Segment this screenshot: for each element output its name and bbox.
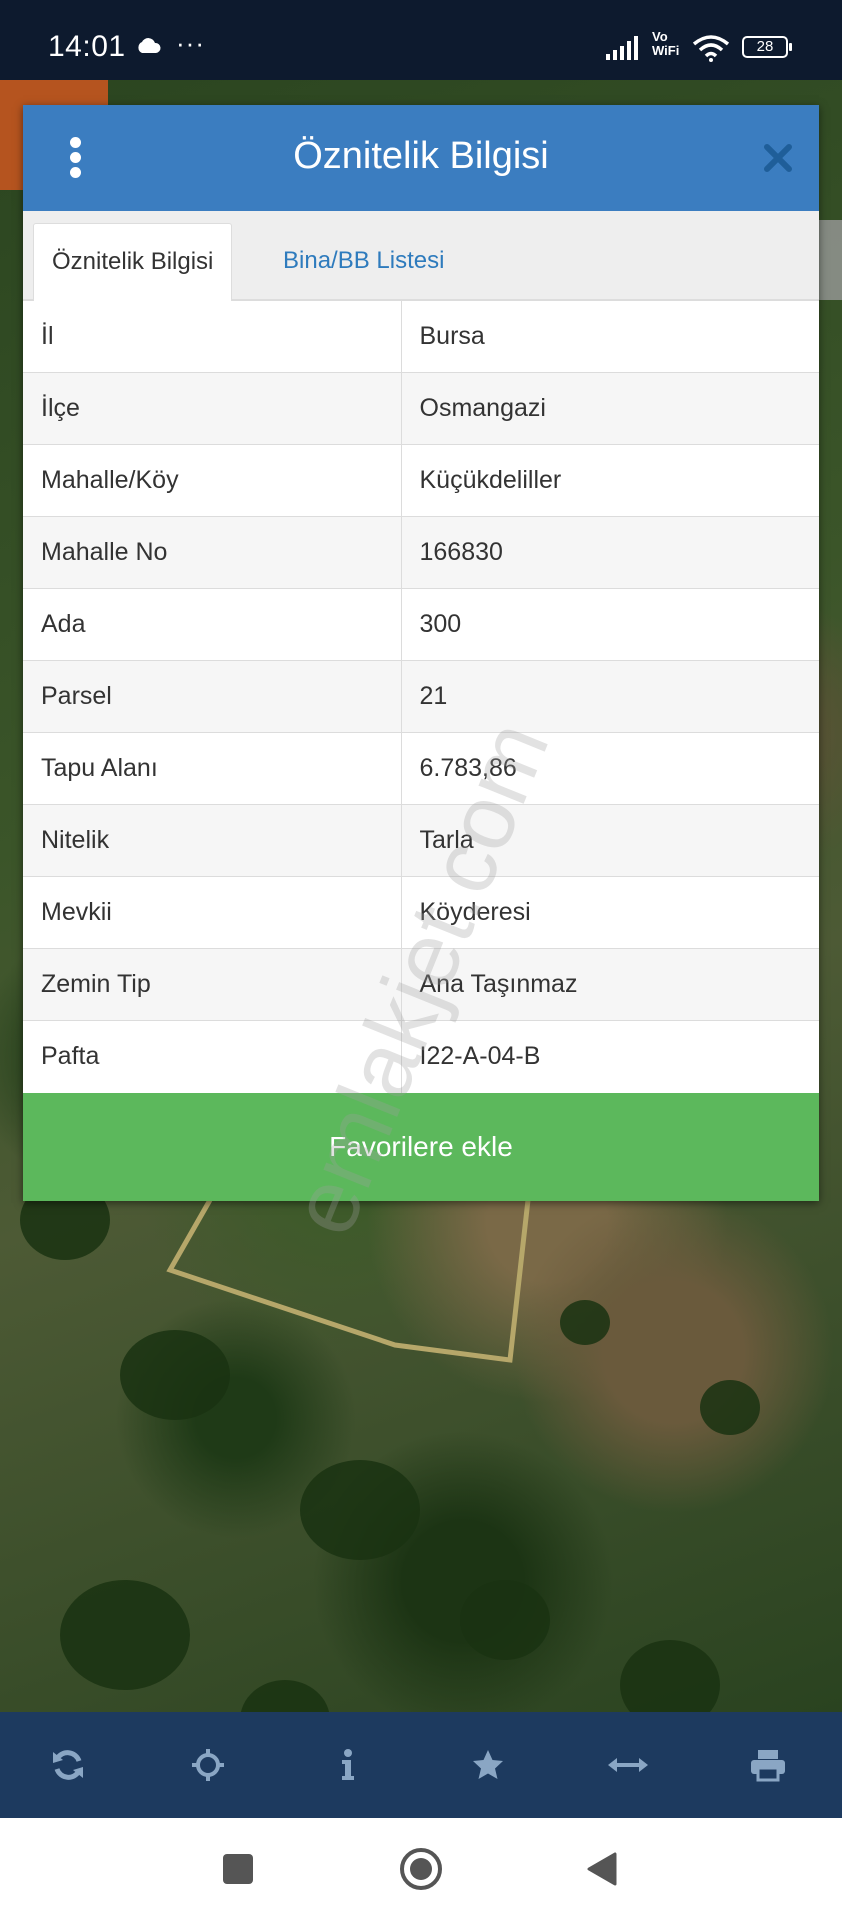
tab-building-list[interactable]: Bina/BB Listesi <box>265 223 462 299</box>
vowifi-indicator: Vo WiFi <box>652 29 680 58</box>
table-row: Tapu Alanı 6.783,86 <box>23 732 819 805</box>
attribute-key: Ada <box>23 588 402 661</box>
attribute-key: Tapu Alanı <box>23 732 402 805</box>
attribute-value: Bursa <box>401 300 819 373</box>
tab-attribute-info[interactable]: Öznitelik Bilgisi <box>33 223 233 301</box>
map-scroll-handle[interactable] <box>818 220 842 300</box>
locate-crosshair-icon[interactable] <box>168 1712 248 1818</box>
print-icon[interactable] <box>728 1712 808 1818</box>
attribute-key: Zemin Tip <box>23 948 402 1021</box>
table-row: Ada 300 <box>23 588 819 661</box>
status-time: 14:01 <box>48 30 126 63</box>
attribute-value: 300 <box>401 588 819 661</box>
attribute-key: Mahalle/Köy <box>23 444 402 517</box>
cloud-icon <box>138 38 161 53</box>
status-bar: 14:01 ··· Vo WiFi 28 <box>0 0 842 80</box>
attribute-key: Nitelik <box>23 804 402 877</box>
parcel-boundary <box>166 1198 531 1363</box>
map-toolbar <box>0 1712 842 1818</box>
close-icon[interactable] <box>763 143 793 173</box>
attribute-key: Mahalle No <box>23 516 402 589</box>
dialog-title: Öznitelik Bilgisi <box>293 135 549 177</box>
recents-square-icon[interactable] <box>198 1818 278 1920</box>
tab-bar: Öznitelik Bilgisi Bina/BB Listesi <box>23 211 819 301</box>
table-row: Mahalle/Köy Küçükdeliller <box>23 444 819 517</box>
attribute-key: Mevkii <box>23 876 402 949</box>
system-navigation-bar <box>0 1818 842 1920</box>
signal-icon <box>606 36 638 60</box>
battery-icon: 28 <box>742 36 792 58</box>
attribute-value: Osmangazi <box>401 372 819 445</box>
home-circle-icon[interactable] <box>381 1818 461 1920</box>
measure-arrows-icon[interactable] <box>588 1712 668 1818</box>
star-icon[interactable] <box>448 1712 528 1818</box>
battery-level: 28 <box>756 38 774 55</box>
attribute-value: I22-A-04-B <box>401 1020 819 1093</box>
back-triangle-icon[interactable] <box>562 1818 642 1920</box>
table-row: İl Bursa <box>23 300 819 373</box>
table-row: Parsel 21 <box>23 660 819 733</box>
attribute-value: 21 <box>401 660 819 733</box>
dialog-header: Öznitelik Bilgisi <box>23 105 819 211</box>
attribute-key: Parsel <box>23 660 402 733</box>
attribute-key: İlçe <box>23 372 402 445</box>
wifi-icon <box>692 35 730 62</box>
attribute-value: 166830 <box>401 516 819 589</box>
table-row: İlçe Osmangazi <box>23 372 819 445</box>
attribute-key: İl <box>23 300 402 373</box>
more-notifications-icon: ··· <box>176 28 205 58</box>
attribute-value: Küçükdeliller <box>401 444 819 517</box>
table-row: Mahalle No 166830 <box>23 516 819 589</box>
refresh-icon[interactable] <box>28 1712 108 1818</box>
info-icon[interactable] <box>308 1712 388 1818</box>
